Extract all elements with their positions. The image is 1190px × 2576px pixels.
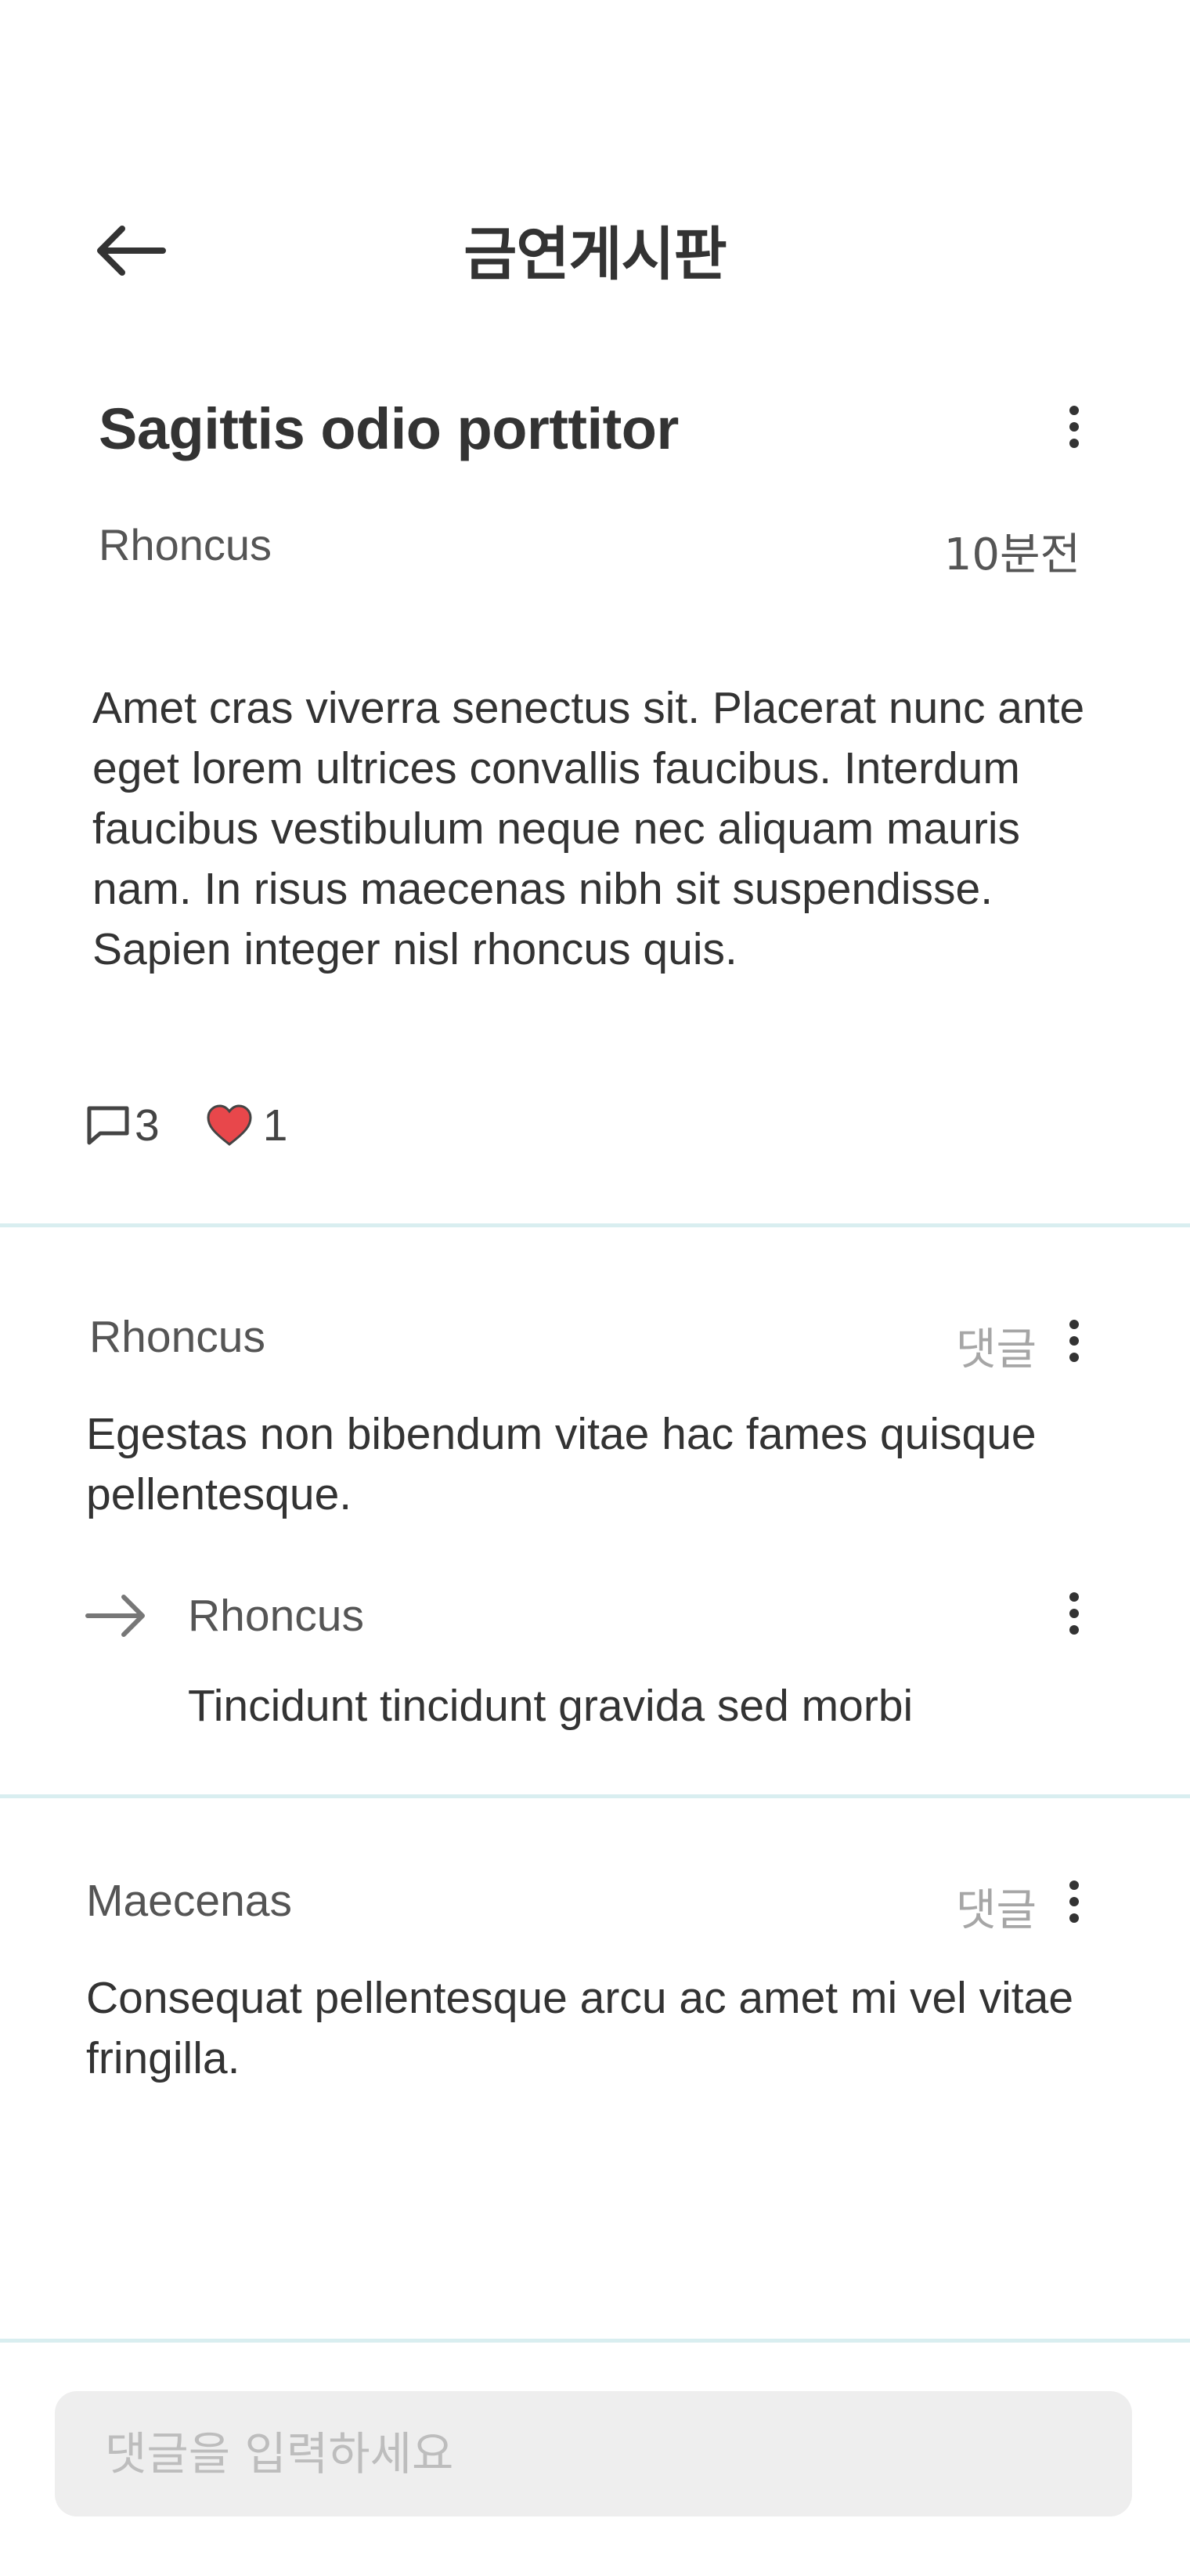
reply-more-button[interactable] bbox=[1058, 1582, 1090, 1645]
reply-arrow-icon bbox=[85, 1595, 145, 1637]
reply-author: Rhoncus bbox=[188, 1591, 364, 1641]
divider bbox=[0, 1794, 1190, 1798]
comment-body: Egestas non bibendum vitae hac fames qui… bbox=[86, 1409, 1037, 1519]
post-title: Sagittis odio porttitor bbox=[99, 396, 679, 461]
more-vertical-icon bbox=[1069, 1881, 1079, 1890]
comment-author: Maecenas bbox=[86, 1876, 292, 1926]
like-count-value: 1 bbox=[262, 1100, 288, 1151]
comment-author: Rhoncus bbox=[89, 1312, 265, 1362]
divider bbox=[0, 1223, 1190, 1227]
like-count[interactable]: 1 bbox=[205, 1100, 288, 1151]
reply-button[interactable]: 댓글 bbox=[956, 1314, 1037, 1378]
reply-body: Tincidunt tincidunt gravida sed morbi bbox=[188, 1681, 914, 1731]
comment-more-button[interactable] bbox=[1058, 1870, 1090, 1933]
post-detail-screen: 금연게시판 Sagittis odio porttitor Rhoncus 10… bbox=[0, 0, 1190, 2576]
page-title: 금연게시판 bbox=[463, 221, 727, 288]
post-body: Amet cras viverra senectus sit. Placerat… bbox=[92, 683, 1085, 974]
post-stats: 3 1 bbox=[85, 1100, 287, 1151]
comment-count-value: 3 bbox=[135, 1100, 160, 1151]
comment-input[interactable] bbox=[105, 2427, 1132, 2480]
comment-more-button[interactable] bbox=[1058, 1310, 1090, 1372]
reply-button[interactable]: 댓글 bbox=[956, 1875, 1037, 1938]
divider bbox=[0, 2339, 1190, 2343]
post-timestamp: 10분전 bbox=[943, 529, 1080, 580]
post-more-button[interactable] bbox=[1058, 396, 1090, 458]
post-author: Rhoncus bbox=[99, 520, 272, 569]
comment-body: Consequat pellentesque arcu ac amet mi v… bbox=[86, 1973, 1074, 2083]
comment-count[interactable]: 3 bbox=[85, 1100, 160, 1151]
more-vertical-icon bbox=[1069, 1592, 1079, 1602]
more-vertical-icon bbox=[1069, 1320, 1079, 1329]
heart-icon bbox=[207, 1104, 252, 1146]
more-vertical-icon bbox=[1069, 406, 1079, 415]
comment-icon bbox=[87, 1106, 129, 1145]
comment-input-box[interactable] bbox=[55, 2391, 1132, 2516]
